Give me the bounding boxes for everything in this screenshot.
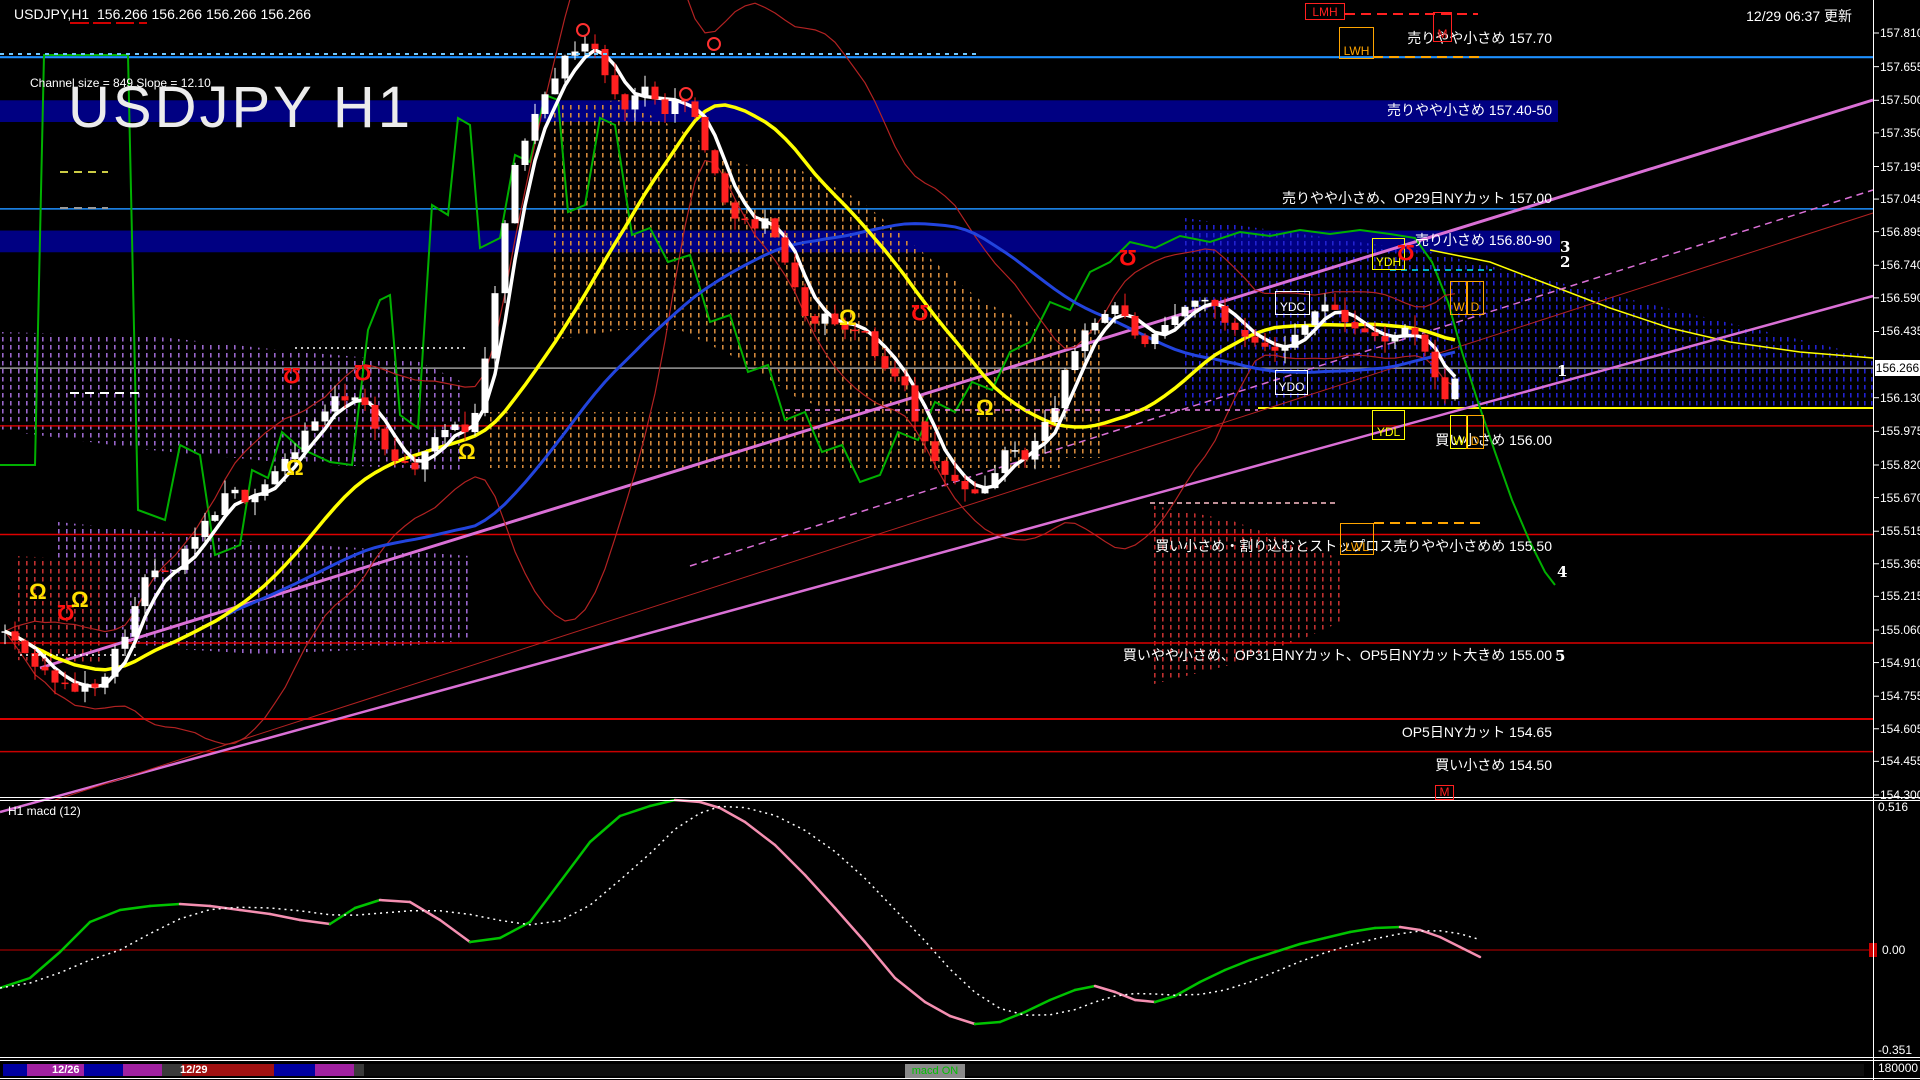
order-annotation: 売り小さめ 156.80-90 bbox=[1415, 232, 1552, 248]
symbol-title: USDJPY,H1 156.266 156.266 156.266 156.26… bbox=[14, 6, 312, 22]
axis-tick-label: 155.365 bbox=[1880, 556, 1920, 571]
panel-separator[interactable] bbox=[0, 797, 1920, 798]
macd-axis-label: 0.00 bbox=[1882, 943, 1906, 957]
price-axis-line bbox=[1873, 0, 1874, 1080]
quote-underline bbox=[70, 22, 89, 24]
axis-tick-label: 154.605 bbox=[1880, 721, 1920, 736]
update-timestamp: 12/29 06:37 更新 bbox=[1746, 8, 1852, 24]
macd-toggle-button[interactable]: macd ON bbox=[905, 1064, 965, 1078]
session-segment bbox=[162, 1064, 182, 1076]
price-chart-canvas[interactable] bbox=[0, 0, 1920, 1080]
wave-number-1: 1 bbox=[1557, 362, 1568, 380]
sell-signal-icon: Ω bbox=[911, 300, 929, 325]
order-annotation: 売りやや小さめ 157.40-50 bbox=[1387, 102, 1552, 118]
macd-panel-label: H1 macd (12) bbox=[8, 804, 81, 818]
axis-tick-label: 155.515 bbox=[1880, 524, 1920, 539]
pivot-box-d[interactable]: D bbox=[1466, 281, 1484, 315]
quote-underline bbox=[116, 22, 134, 24]
axis-tick-label: 157.195 bbox=[1880, 159, 1920, 174]
session-segment bbox=[3, 1064, 27, 1076]
pivot-box-m[interactable]: M bbox=[1433, 12, 1452, 42]
pivot-box-ydo[interactable]: YDO bbox=[1275, 370, 1308, 395]
session-date-label: 12/29 bbox=[180, 1064, 208, 1076]
pivot-box-label: M bbox=[1437, 27, 1448, 41]
axis-tick-label: 154.755 bbox=[1880, 689, 1920, 704]
axis-tick-label: 157.655 bbox=[1880, 59, 1920, 74]
axis-tick-label: 155.215 bbox=[1880, 589, 1920, 604]
axis-tick-label: 155.820 bbox=[1880, 458, 1920, 472]
order-annotation: 買いやや小さめ、OP31日NYカット、OP5日NYカット大きめ 155.00 bbox=[1122, 647, 1552, 663]
pivot-box-label: YDO bbox=[1278, 380, 1305, 394]
session-segment bbox=[315, 1064, 354, 1076]
panel-separator bbox=[0, 800, 1920, 801]
axis-tick-label: 156.590 bbox=[1880, 290, 1920, 305]
pivot-box-label: YDC bbox=[1279, 300, 1306, 314]
axis-tick-label: 157.350 bbox=[1880, 125, 1920, 140]
session-segment bbox=[84, 1064, 123, 1076]
pivot-box-label: LWH bbox=[1343, 44, 1370, 58]
axis-tick-label: 156.740 bbox=[1880, 258, 1920, 273]
pivot-box-label: YDL bbox=[1376, 425, 1401, 439]
order-annotation: 売りやや小さめ 157.70 bbox=[1407, 30, 1552, 46]
axis-tick-label: 155.975 bbox=[1880, 424, 1920, 439]
wave-number-5: 5 bbox=[1555, 647, 1566, 665]
pivot-box-lwl[interactable]: LWL bbox=[1340, 523, 1374, 555]
order-annotation: 売りやや小さめ、OP29日NYカット 157.00 bbox=[1282, 190, 1552, 206]
watermark: USDJPY H1 bbox=[68, 75, 414, 140]
order-annotation: OP5日NYカット 154.65 bbox=[1401, 724, 1552, 740]
buy-signal-icon: Ω bbox=[458, 439, 476, 464]
macd-axis-label: 180000 bbox=[1878, 1061, 1919, 1075]
pivot-box-d[interactable]: D bbox=[1466, 415, 1484, 449]
axis-tick-label: 156.895 bbox=[1880, 224, 1920, 239]
pivot-box-label: W bbox=[1453, 300, 1465, 314]
session-segment bbox=[123, 1064, 162, 1076]
macd-indicator bbox=[0, 798, 1877, 1026]
quote-underline bbox=[139, 22, 147, 24]
pivot-box-label: LMH bbox=[1312, 5, 1338, 19]
buy-signal-icon: Ω bbox=[976, 395, 994, 420]
buy-signal-icon: Ω bbox=[29, 579, 47, 604]
session-segment bbox=[274, 1064, 315, 1076]
order-annotation: 買い小さめ 154.50 bbox=[1435, 757, 1552, 773]
quote-underline bbox=[93, 22, 111, 24]
axis-tick-label: 155.670 bbox=[1880, 490, 1920, 505]
sell-signal-icon: Ω bbox=[1119, 245, 1137, 270]
bottom-border bbox=[0, 1078, 1920, 1079]
sell-signal-icon: Ω bbox=[354, 360, 372, 385]
axis-tick-label: 156.130 bbox=[1880, 390, 1920, 405]
axis-tick-label: 155.060 bbox=[1880, 622, 1920, 637]
buy-signal-icon: Ω bbox=[286, 455, 304, 480]
pivot-box-lwh[interactable]: LWH bbox=[1339, 27, 1374, 59]
pivot-box-label: D bbox=[1470, 434, 1480, 448]
session-segment bbox=[364, 1064, 1864, 1076]
macd-axis-label: -0.351 bbox=[1878, 1043, 1913, 1057]
pivot-box-label: W bbox=[1453, 434, 1465, 448]
current-price-tag: 156.266 bbox=[1875, 360, 1920, 376]
panel-separator[interactable] bbox=[0, 1057, 1920, 1058]
session-segment bbox=[354, 1064, 364, 1076]
macd-axis-label: 0.516 bbox=[1878, 800, 1909, 814]
axis-tick-label: 154.455 bbox=[1880, 754, 1920, 769]
buy-signal-icon: Ω bbox=[71, 587, 89, 612]
wave-number-4: 4 bbox=[1557, 563, 1568, 581]
panel-separator bbox=[0, 1060, 1920, 1061]
trading-terminal: USDJPY,H1 156.266 156.266 156.266 156.26… bbox=[0, 0, 1920, 1080]
sell-signal-icon: Ω bbox=[1397, 240, 1415, 265]
axis-tick-label: 157.810 bbox=[1880, 26, 1920, 40]
axis-tick-label: 157.500 bbox=[1880, 93, 1920, 108]
pivot-box-label: D bbox=[1470, 300, 1480, 314]
axis-tick-label: 154.910 bbox=[1880, 655, 1920, 670]
pivot-box-label: LWL bbox=[1345, 540, 1369, 554]
session-date-label: 12/26 bbox=[52, 1064, 80, 1076]
sell-signal-icon: Ω bbox=[283, 363, 301, 388]
pivot-box-m[interactable]: M bbox=[1435, 785, 1454, 800]
pivot-box-ydl[interactable]: YDL bbox=[1372, 410, 1405, 440]
pivot-box-label: M bbox=[1439, 785, 1450, 799]
axis-tick-label: 157.045 bbox=[1880, 192, 1920, 207]
buy-signal-icon: Ω bbox=[839, 305, 857, 330]
pivot-box-ydc[interactable]: YDC bbox=[1275, 291, 1310, 315]
axis-tick-label: 156.435 bbox=[1880, 324, 1920, 339]
pivot-box-lmh[interactable]: LMH bbox=[1305, 3, 1345, 20]
wave-number-2: 2 bbox=[1560, 253, 1571, 271]
